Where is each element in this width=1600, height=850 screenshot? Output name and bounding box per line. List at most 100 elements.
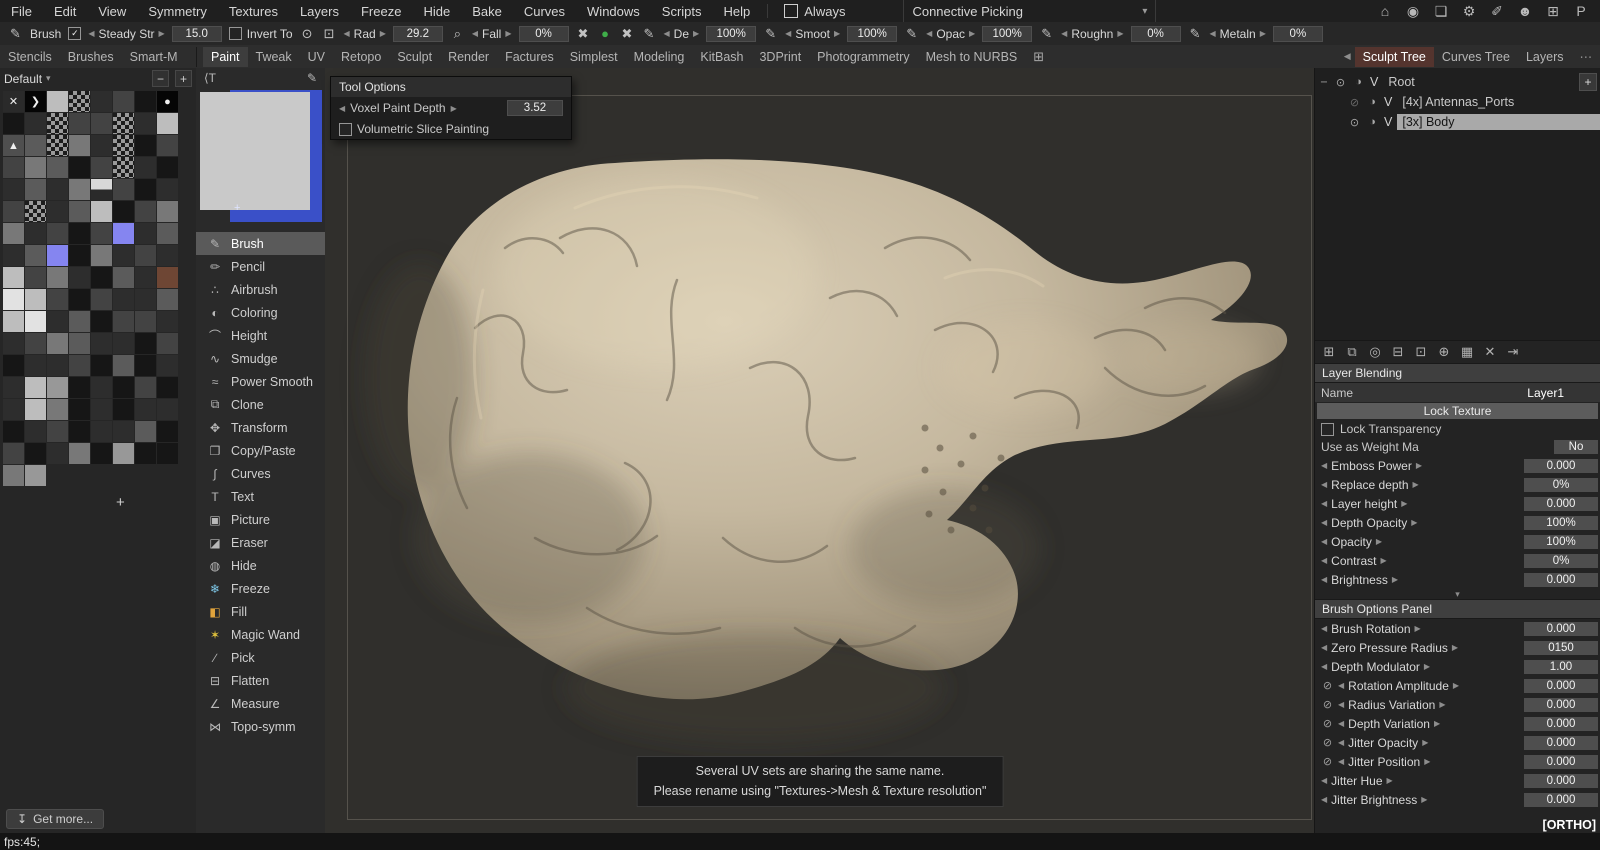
pressure-checkbox[interactable]: ✓ (68, 27, 82, 40)
stencil-thumb[interactable] (91, 311, 112, 332)
value-depth-modulator[interactable]: 1.00 (1524, 659, 1598, 674)
stencil-thumb[interactable] (25, 311, 46, 332)
picking-mode-dropdown[interactable]: Connective Picking ▾ (903, 0, 1157, 22)
volumetric-slice-checkbox[interactable] (339, 122, 352, 136)
stencil-thumb[interactable] (25, 223, 46, 244)
tab-stencils[interactable]: Stencils (0, 47, 60, 67)
tree-node-label[interactable]: Root (1383, 74, 1600, 90)
invert-tool-checkbox[interactable]: Invert To (228, 27, 293, 41)
steady-stroke-value[interactable]: 15.0 (171, 25, 222, 42)
spinner-radius-variation[interactable]: ◀ Radius Variation ▶ (1338, 698, 1445, 712)
menu-textures[interactable]: Textures (218, 4, 289, 19)
menu-freeze[interactable]: Freeze (350, 4, 412, 19)
stencil-thumb[interactable] (3, 201, 24, 222)
stencil-thumb[interactable] (135, 179, 156, 200)
stencil-thumb[interactable] (3, 443, 24, 464)
menu-help[interactable]: Help (713, 4, 762, 19)
stencil-thumb[interactable] (135, 245, 156, 266)
stencil-thumb[interactable]: ❯ (25, 91, 46, 112)
tab-factures[interactable]: Factures (497, 47, 562, 67)
tree-node-label[interactable]: [4x] Antennas_Ports (1397, 94, 1600, 110)
stencil-thumb[interactable] (69, 135, 90, 156)
weight-map-value[interactable]: No (1554, 440, 1598, 454)
stencil-thumb[interactable] (135, 333, 156, 354)
add-room-icon[interactable]: ⊞ (1025, 49, 1052, 65)
metal-pen-icon[interactable]: ✎ (1188, 26, 1203, 42)
brush-alpha-preview[interactable]: + (198, 90, 323, 226)
stencil-thumb[interactable] (3, 179, 24, 200)
menu-edit[interactable]: Edit (43, 4, 87, 19)
stencil-thumb[interactable] (157, 157, 178, 178)
home-icon[interactable]: ⌂ (1376, 3, 1394, 19)
stencil-thumb[interactable] (113, 421, 134, 442)
expander-icon[interactable]: − (1319, 75, 1329, 89)
value-jitter-hue[interactable]: 0.000 (1524, 773, 1598, 788)
stencil-thumb[interactable] (113, 333, 134, 354)
tree-node-label[interactable]: [3x] Body (1397, 114, 1600, 130)
stencil-thumb[interactable] (135, 157, 156, 178)
value-layer-height[interactable]: 0.000 (1524, 496, 1598, 511)
tool-item-flatten[interactable]: ⊟ Flatten (196, 669, 325, 692)
spinner-jitter-position[interactable]: ◀ Jitter Position ▶ (1338, 755, 1430, 769)
stencil-thumb[interactable] (157, 289, 178, 310)
stencil-thumb[interactable] (91, 245, 112, 266)
stencil-thumb[interactable] (113, 223, 134, 244)
stencil-thumb[interactable] (157, 421, 178, 442)
spinner-emboss-power[interactable]: ◀ Emboss Power ▶ (1321, 459, 1422, 473)
stencil-thumb[interactable] (113, 311, 134, 332)
stencil-thumb[interactable] (135, 443, 156, 464)
stencil-thumb[interactable] (3, 245, 24, 266)
tab-layers[interactable]: Layers (1518, 47, 1572, 67)
stencil-thumb[interactable] (25, 201, 46, 222)
stencil-thumb[interactable] (3, 157, 24, 178)
stencil-thumb[interactable] (91, 377, 112, 398)
stencil-thumb[interactable] (3, 333, 24, 354)
lock-transparency-checkbox[interactable] (1321, 422, 1334, 436)
stencil-thumb[interactable] (47, 355, 68, 376)
metalness-value[interactable]: 0% (1272, 25, 1323, 42)
stencil-thumb[interactable] (69, 443, 90, 464)
visibility-v[interactable]: V (1384, 115, 1392, 129)
tab-modeling[interactable]: Modeling (626, 47, 693, 67)
eye-icon[interactable]: ⊙ (1348, 116, 1361, 129)
menu-curves[interactable]: Curves (513, 4, 576, 19)
add-preset-button[interactable]: + (175, 70, 192, 87)
layout-icon[interactable]: ⊞ (1544, 3, 1562, 20)
tab-curves-tree[interactable]: Curves Tree (1434, 47, 1518, 67)
stencil-thumb[interactable] (135, 91, 156, 112)
depth-value[interactable]: 100% (706, 25, 757, 42)
stencil-thumb[interactable] (91, 289, 112, 310)
pen-pressure-icon[interactable]: ⊘ (1321, 736, 1334, 749)
stencil-thumb[interactable] (3, 223, 24, 244)
stencil-thumb[interactable] (69, 333, 90, 354)
stencil-thumb[interactable] (157, 267, 178, 288)
stencil-thumb[interactable] (135, 399, 156, 420)
stencil-thumb[interactable] (47, 333, 68, 354)
settings-icon[interactable]: ⚙ (1460, 3, 1478, 20)
stencil-thumb[interactable] (25, 421, 46, 442)
increment-icon[interactable]: ▶ (451, 104, 457, 113)
subtract-icon[interactable]: ⊟ (1390, 344, 1406, 360)
smooth-pen-icon[interactable]: ✎ (763, 26, 778, 42)
stencil-thumb[interactable] (135, 201, 156, 222)
stencil-thumb[interactable] (47, 135, 68, 156)
radius-spinner[interactable]: ◀ Rad ▶ (344, 27, 386, 41)
stencil-thumb[interactable] (3, 465, 24, 486)
stencil-thumb[interactable] (113, 377, 134, 398)
stencil-thumb[interactable] (113, 245, 134, 266)
value-contrast[interactable]: 0% (1524, 553, 1598, 568)
visibility-v[interactable]: V (1384, 95, 1392, 109)
tool-item-smudge[interactable]: ∿ Smudge (196, 347, 325, 370)
sphere-icon[interactable]: ◎ (1367, 344, 1383, 360)
stencil-thumb[interactable]: ▲ (3, 135, 24, 156)
stencil-thumb[interactable] (113, 355, 134, 376)
stencil-thumb[interactable] (47, 179, 68, 200)
stencil-thumb[interactable] (157, 245, 178, 266)
stencil-thumb[interactable] (157, 377, 178, 398)
tab-paint[interactable]: Paint (203, 46, 248, 67)
menu-view[interactable]: View (87, 4, 137, 19)
smoothing-spinner[interactable]: ◀ Smoot ▶ (785, 27, 840, 41)
value-jitter-position[interactable]: 0.000 (1524, 754, 1598, 769)
stencil-thumb[interactable] (25, 113, 46, 134)
picker-icon[interactable]: ⊙ (300, 26, 315, 42)
